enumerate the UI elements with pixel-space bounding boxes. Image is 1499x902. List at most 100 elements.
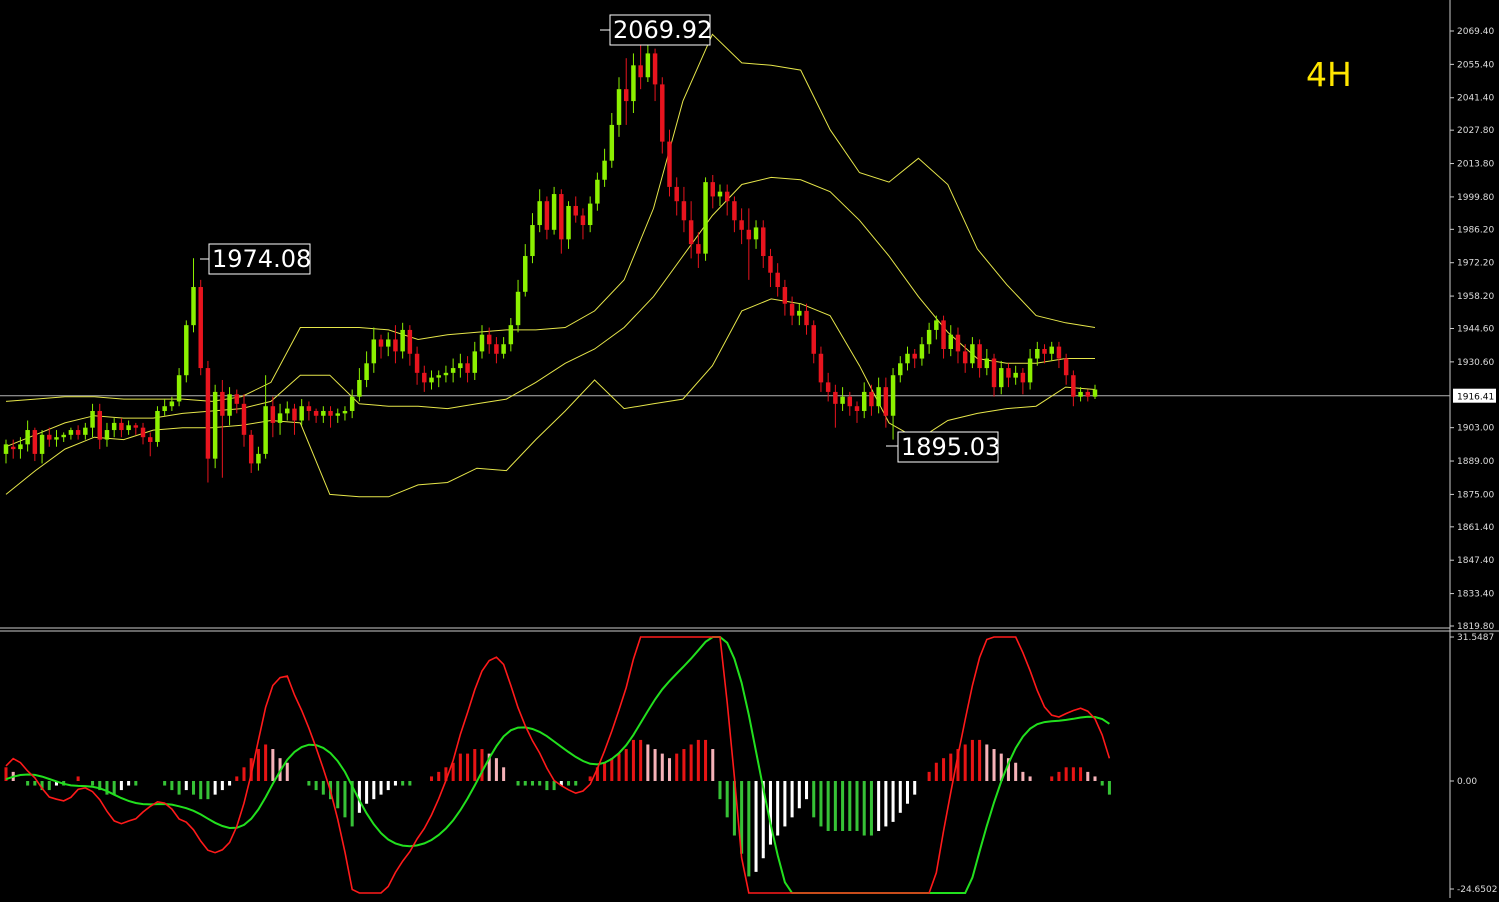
macd-bar [386, 781, 390, 791]
price-tick-label: 1958.20 [1457, 292, 1494, 302]
candle [688, 201, 694, 259]
panel-frame [0, 0, 1499, 898]
macd-bar [1086, 771, 1090, 781]
price-tick-label: 1986.20 [1457, 225, 1494, 235]
macd-bar [271, 749, 275, 781]
price-tick-label: 1903.00 [1457, 424, 1494, 434]
candle [1020, 368, 1026, 395]
price-tick-label: 1847.40 [1457, 556, 1494, 566]
candle [861, 382, 867, 419]
candle [818, 346, 824, 392]
candle [479, 325, 485, 359]
macd-bar [220, 781, 224, 791]
candle [753, 220, 759, 249]
macd-bar [379, 781, 383, 795]
candle [638, 39, 643, 90]
candle [1092, 384, 1098, 400]
price-axis: 2069.40 2055.40 2041.40 2027.80 2013.80 1999.… [1450, 27, 1496, 632]
macd-bar [1100, 781, 1104, 786]
macd-tick-label: 0.00 [1457, 777, 1477, 787]
macd-bar [862, 781, 866, 836]
macd-bar [833, 781, 837, 831]
macd-bar [905, 781, 910, 804]
macd-bar [819, 781, 823, 827]
macd-bar [949, 753, 953, 781]
bollinger-mid [5, 176, 1095, 448]
candle [501, 337, 506, 359]
macd-bar [163, 781, 167, 786]
candle [523, 244, 528, 297]
candle [609, 113, 615, 168]
candle [313, 408, 319, 423]
candle [407, 325, 413, 366]
macd-bar [1107, 781, 1111, 795]
macd-bar [545, 781, 549, 791]
macd-bar [812, 781, 816, 818]
candle [840, 387, 845, 411]
macd-bar [942, 758, 946, 781]
macd-bar [747, 781, 751, 877]
candle [162, 399, 167, 416]
price-tick-label: 1819.80 [1457, 622, 1494, 632]
macd-bar [134, 781, 138, 786]
price-tick-label: 1999.80 [1457, 193, 1494, 203]
candle [378, 334, 384, 359]
macd-bar [970, 739, 974, 781]
candle [854, 401, 860, 423]
candle [1078, 387, 1083, 402]
candle [551, 186, 557, 235]
candle [739, 208, 744, 245]
candle [530, 213, 535, 264]
candle [306, 401, 312, 421]
macd-bar [711, 749, 715, 781]
macd-bar [91, 781, 95, 786]
candle [941, 315, 946, 359]
price-tick-label: 1861.40 [1457, 523, 1494, 533]
candle [227, 387, 232, 426]
candle [3, 439, 9, 464]
candle [263, 375, 268, 459]
candle [645, 41, 651, 83]
candle [869, 384, 874, 416]
macd-bar [213, 781, 217, 795]
macd-bar [552, 781, 556, 791]
candle [191, 258, 196, 333]
macd-bar [963, 744, 967, 781]
candle [1071, 370, 1076, 407]
candle [155, 406, 160, 447]
candle [1049, 341, 1054, 361]
macd-bar [624, 749, 628, 781]
candle [75, 425, 81, 440]
macd-bar [256, 749, 260, 781]
price-tick-label: 2041.40 [1457, 94, 1494, 104]
macd-bar [177, 781, 181, 795]
macd-bar [401, 781, 405, 786]
macd-bar [516, 781, 520, 786]
candle [515, 279, 521, 333]
high-label-2069-text: 2069.92 [613, 16, 712, 44]
candle [1042, 344, 1047, 364]
price-tick-label: 1972.20 [1457, 259, 1494, 269]
macd-bar [1064, 767, 1068, 781]
candle [256, 446, 261, 471]
candle [39, 430, 45, 464]
candle [1006, 363, 1011, 388]
candle [342, 406, 348, 421]
candle [1027, 349, 1033, 390]
macd-bar [372, 781, 376, 800]
candle [573, 196, 578, 223]
candle [90, 403, 95, 438]
candle [746, 208, 752, 280]
macd-bar [841, 781, 845, 831]
macd-bar [754, 781, 758, 872]
candle [299, 399, 304, 426]
macd-bar [934, 762, 938, 781]
macd-bar [610, 758, 614, 781]
macd-bar [884, 781, 888, 827]
candle [912, 349, 917, 369]
candle [494, 337, 499, 364]
macd-bar [1071, 767, 1075, 781]
macd-axis: 31.5487 0.00 -24.6502 [1450, 633, 1497, 895]
macd-bar [1021, 771, 1025, 781]
macd-bar [523, 781, 527, 786]
